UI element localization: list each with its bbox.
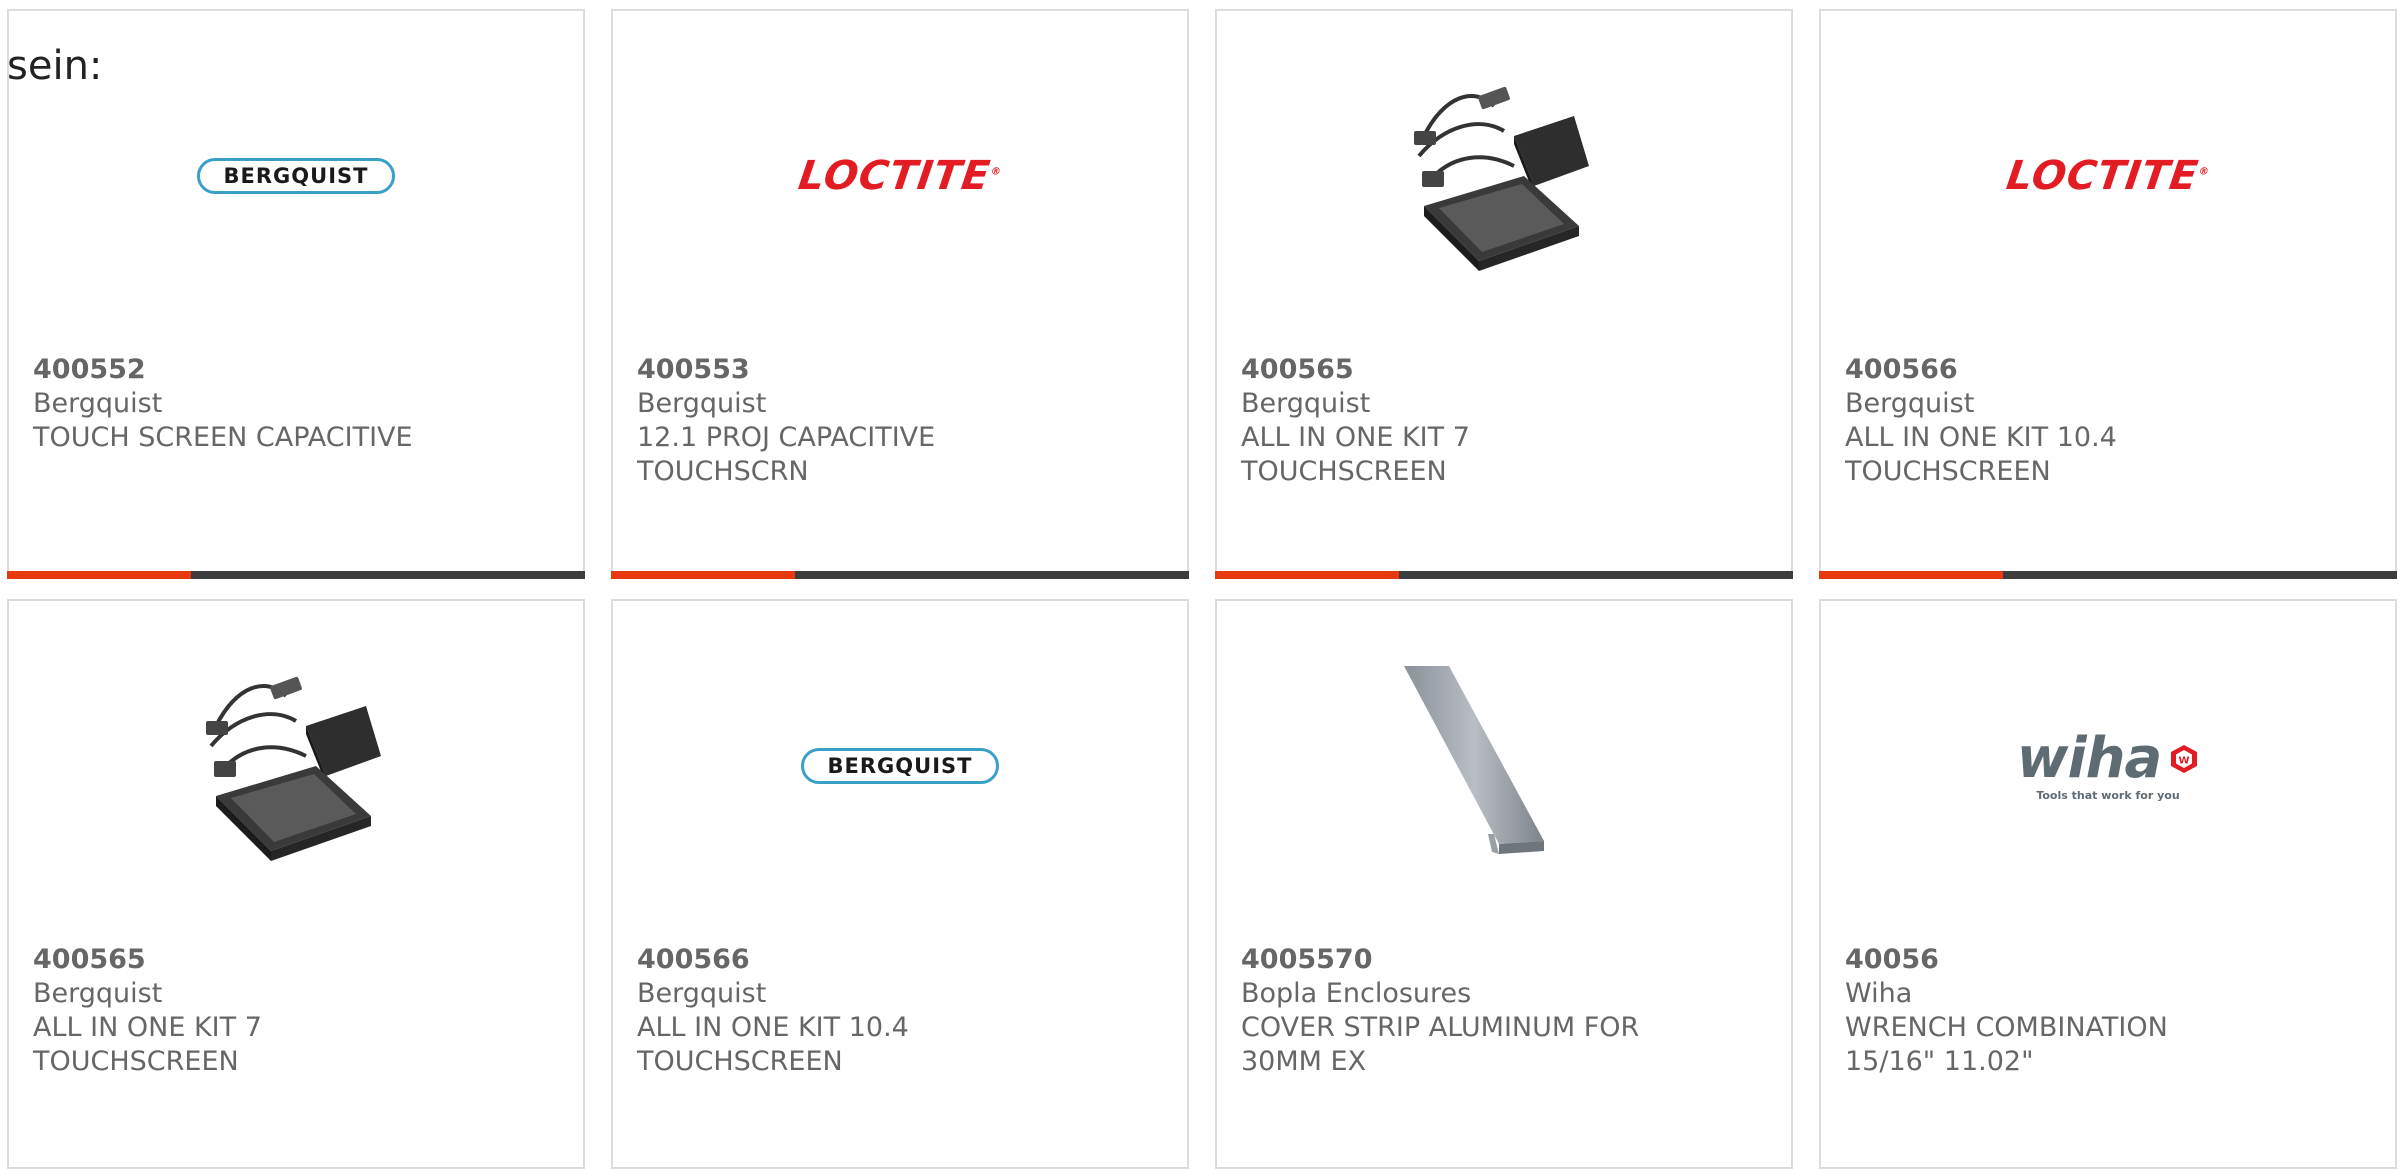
svg-text:W: W [2179, 755, 2190, 766]
manufacturer-name: Bergquist [33, 388, 163, 419]
product-image[interactable]: BERGQUIST [613, 661, 1187, 871]
intro-text: sein: [7, 43, 103, 89]
touchscreen-kit-photo-icon [206, 676, 381, 861]
product-info: 40056 Wiha WRENCH COMBINATION 15/16" 11.… [1845, 943, 2355, 1079]
logo-tagline: Tools that work for you [2036, 788, 2180, 802]
card-accent-bar [611, 571, 1189, 579]
manufacturer-name: Bergquist [1241, 388, 1371, 419]
aluminum-strip-photo-icon [1404, 666, 1544, 854]
product-card[interactable]: BERGQUIST 400552 Bergquist TOUCH SCREEN … [7, 9, 585, 579]
product-info: 400565 Bergquist ALL IN ONE KIT 7 TOUCHS… [33, 943, 543, 1079]
product-card[interactable]: 400565 Bergquist ALL IN ONE KIT 7 TOUCHS… [7, 599, 585, 1169]
product-description: ALL IN ONE KIT 10.4 TOUCHSCREEN [1845, 422, 2117, 487]
manufacturer-name: Bopla Enclosures [1241, 978, 1472, 1009]
product-info: 400566 Bergquist ALL IN ONE KIT 10.4 TOU… [1845, 353, 2355, 489]
card-accent-bar [7, 571, 585, 579]
product-image[interactable]: LOCTITE® [1821, 71, 2395, 281]
card-accent-bar [1819, 571, 2397, 579]
logo-text: BERGQUIST [223, 164, 369, 188]
product-image[interactable] [1217, 661, 1791, 871]
manufacturer-name: Bergquist [33, 978, 163, 1009]
product-description: 12.1 PROJ CAPACITIVE TOUCHSCRN [637, 422, 936, 487]
part-number[interactable]: 4005570 [1241, 943, 1751, 977]
part-number[interactable]: 40056 [1845, 943, 2355, 977]
product-image[interactable]: LOCTITE® [613, 71, 1187, 281]
part-number[interactable]: 400553 [637, 353, 1147, 387]
logo-text: LOCTITE [795, 153, 994, 199]
product-card[interactable]: wiha W Tools that work for you 40056 Wih… [1819, 599, 2397, 1169]
product-info: 4005570 Bopla Enclosures COVER STRIP ALU… [1241, 943, 1751, 1079]
product-grid: BERGQUIST 400552 Bergquist TOUCH SCREEN … [7, 9, 2400, 1169]
part-number[interactable]: 400566 [1845, 353, 2355, 387]
product-image[interactable] [9, 661, 583, 871]
product-card[interactable]: 400565 Bergquist ALL IN ONE KIT 7 TOUCHS… [1215, 9, 1793, 579]
product-info: 400565 Bergquist ALL IN ONE KIT 7 TOUCHS… [1241, 353, 1751, 489]
part-number[interactable]: 400565 [1241, 353, 1751, 387]
product-image[interactable]: wiha W Tools that work for you [1821, 661, 2395, 871]
card-accent-bar [1215, 571, 1793, 579]
product-card[interactable]: 4005570 Bopla Enclosures COVER STRIP ALU… [1215, 599, 1793, 1169]
manufacturer-name: Bergquist [1845, 388, 1975, 419]
manufacturer-name: Bergquist [637, 978, 767, 1009]
logo-text: BERGQUIST [827, 754, 973, 778]
product-info: 400566 Bergquist ALL IN ONE KIT 10.4 TOU… [637, 943, 1147, 1079]
product-info: 400552 Bergquist TOUCH SCREEN CAPACITIVE [33, 353, 543, 455]
logo-text: wiha [2016, 725, 2163, 791]
manufacturer-name: Bergquist [637, 388, 767, 419]
manufacturer-name: Wiha [1845, 978, 1913, 1009]
part-number[interactable]: 400566 [637, 943, 1147, 977]
product-description: TOUCH SCREEN CAPACITIVE [33, 422, 413, 453]
loctite-logo-icon: LOCTITE® [2003, 153, 2211, 199]
wiha-hex-icon: W [2171, 744, 2198, 773]
product-description: WRENCH COMBINATION 15/16" 11.02" [1845, 1012, 2168, 1077]
bergquist-logo-icon: BERGQUIST [801, 748, 999, 784]
wiha-logo-icon: wiha W Tools that work for you [2016, 725, 2200, 802]
product-description: ALL IN ONE KIT 7 TOUCHSCREEN [33, 1012, 262, 1077]
loctite-logo-icon: LOCTITE® [795, 153, 1003, 199]
product-info: 400553 Bergquist 12.1 PROJ CAPACITIVE TO… [637, 353, 1147, 489]
product-image[interactable]: BERGQUIST [9, 71, 583, 281]
product-description: ALL IN ONE KIT 7 TOUCHSCREEN [1241, 422, 1470, 487]
part-number[interactable]: 400552 [33, 353, 543, 387]
product-card[interactable]: LOCTITE® 400553 Bergquist 12.1 PROJ CAPA… [611, 9, 1189, 579]
part-number[interactable]: 400565 [33, 943, 543, 977]
logo-text: LOCTITE [2003, 153, 2202, 199]
product-card[interactable]: LOCTITE® 400566 Bergquist ALL IN ONE KIT… [1819, 9, 2397, 579]
touchscreen-kit-photo-icon [1414, 86, 1589, 271]
product-image[interactable] [1217, 71, 1791, 281]
product-description: COVER STRIP ALUMINUM FOR 30MM EX [1241, 1012, 1640, 1077]
bergquist-logo-icon: BERGQUIST [197, 158, 395, 194]
product-card[interactable]: BERGQUIST 400566 Bergquist ALL IN ONE KI… [611, 599, 1189, 1169]
product-description: ALL IN ONE KIT 10.4 TOUCHSCREEN [637, 1012, 909, 1077]
